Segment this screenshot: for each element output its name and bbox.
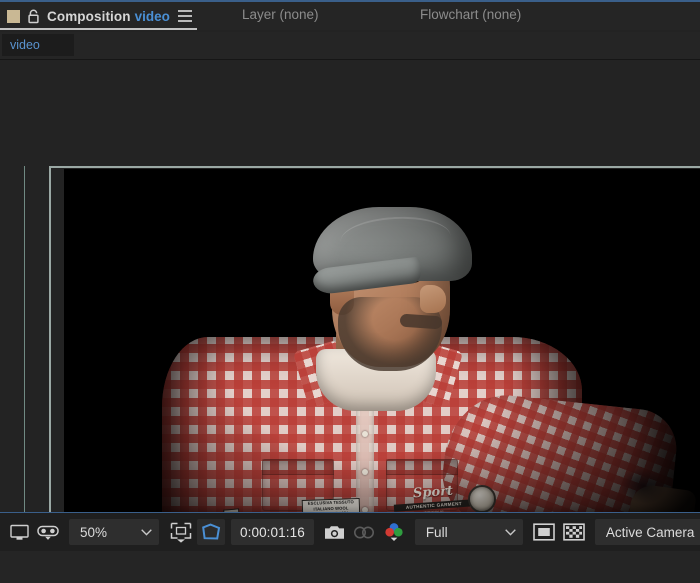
subject-chest-patch-left: ESCLUSIVA TESSUTO ITALIANO WOOL MFG SINC… [301,497,361,512]
camera-view-value: Active Camera [605,524,695,540]
subject-chest-embroidery: Sport AUTHENTIC GARMENT ORIGINAL [393,484,476,512]
current-time-value: 0:00:01:16 [240,524,305,540]
chevron-down-icon [505,528,516,536]
active-tab-underline [0,28,197,30]
monitor-icon[interactable] [6,519,33,545]
composition-viewer[interactable]: ESCLUSIVA TESSUTO ITALIANO WOOL MFG SINC… [0,60,700,512]
tab-composition-label: Composition [47,8,131,24]
subject-button [362,431,368,437]
panel-tab-bar: Composition video Layer (none) Flowchart… [0,2,700,30]
composition-color-swatch [7,9,20,23]
chevron-down-icon [141,528,152,536]
subject-nose [420,285,446,313]
rgb-channels-icon[interactable] [379,519,409,545]
resolution-value: Full [425,524,448,540]
render-canvas[interactable]: ESCLUSIVA TESSUTO ITALIANO WOOL MFG SINC… [64,169,700,512]
camera-icon[interactable] [320,519,349,545]
current-time-field[interactable]: 0:00:01:16 [231,519,314,545]
title-action-safe-icon[interactable] [529,519,559,545]
show-snapshot-icon[interactable] [349,519,379,545]
composition-navigator-strip: video [0,32,700,60]
resolution-select[interactable]: Full [414,519,523,545]
panel-bottom-filler [0,551,700,583]
subject-pocket-flap-right [386,459,458,475]
transparency-grid-icon[interactable] [559,519,589,545]
mask-shape-icon[interactable] [197,519,225,545]
tab-flowchart[interactable]: Flowchart (none) [420,7,521,22]
hamburger-menu-icon[interactable] [177,10,192,22]
zoom-level-value: 50% [80,524,108,540]
camera-view-select[interactable]: Active Camera [594,519,700,545]
subject-button [362,469,368,475]
comp-breadcrumb-label: video [10,38,40,52]
3d-glasses-icon[interactable] [33,519,63,545]
subject-sleeve-badge [468,485,496,512]
tab-composition-name: video [134,8,170,24]
video-subject-artwork: ESCLUSIVA TESSUTO ITALIANO WOOL MFG SINC… [64,169,700,512]
subject-pocket-flap-left [262,459,334,475]
viewer-toolbar: 50% 0:00:01:16 Full Active Camera [0,513,700,551]
after-effects-composition-panel: Composition video Layer (none) Flowchart… [0,0,700,583]
tab-layer[interactable]: Layer (none) [242,7,319,22]
zoom-level-select[interactable]: 50% [69,519,159,545]
viewer-guide-vertical [24,166,25,512]
subject-shirt-placket [356,407,374,512]
lock-icon[interactable] [27,9,40,24]
tab-composition[interactable]: Composition video [0,2,201,30]
comp-breadcrumb-chip[interactable]: video [2,34,74,56]
region-of-interest-icon[interactable] [165,519,197,545]
